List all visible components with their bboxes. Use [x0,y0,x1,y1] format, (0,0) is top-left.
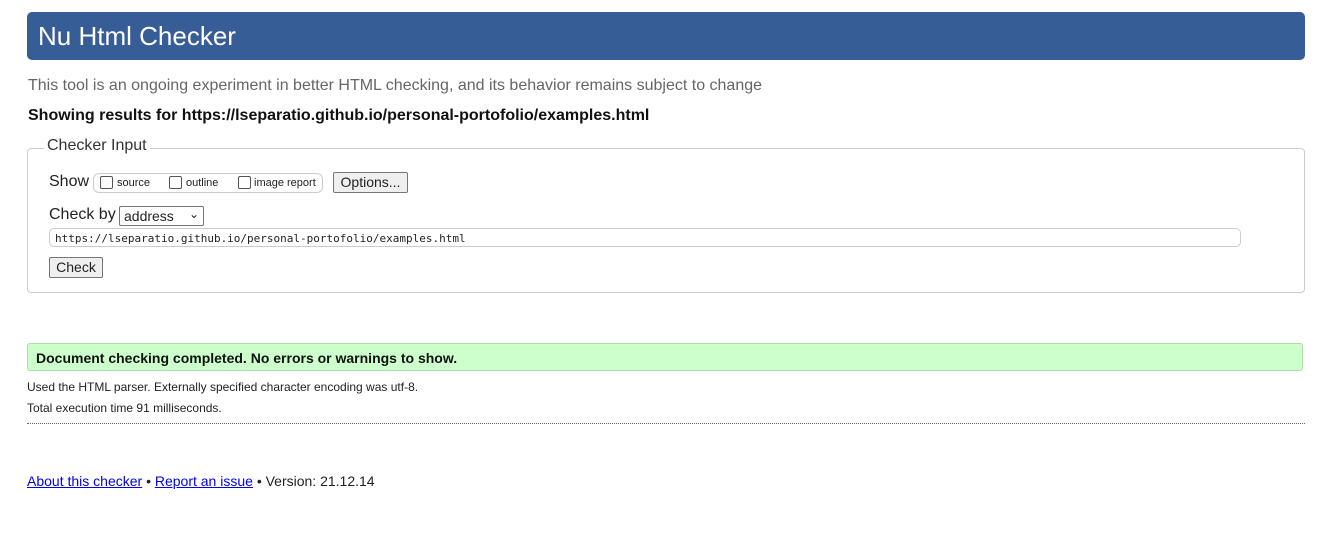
options-button[interactable]: Options... [333,172,408,193]
source-label[interactable]: source [117,177,150,189]
header-bar: Nu Html Checker [27,12,1305,60]
separator: • [146,473,151,489]
url-input[interactable]: https://lseparatio.github.io/personal-po… [49,228,1241,247]
subtitle: This tool is an ongoing experiment in be… [28,77,763,94]
check-by-select[interactable]: address ⌄ [119,206,204,226]
outline-checkbox[interactable] [169,176,182,189]
footer: About this checker • Report an issue • V… [27,473,375,489]
version: • Version: 21.12.14 [256,473,375,489]
fieldset-legend: Checker Input [44,137,150,155]
about-link[interactable]: About this checker [27,473,142,489]
check-by-label: Check by [49,206,116,223]
show-options-group: source outline image report [93,173,323,193]
source-checkbox[interactable] [100,176,113,189]
show-label: Show [49,173,90,190]
chevron-down-icon: ⌄ [188,207,199,221]
checker-input-fieldset [27,148,1305,293]
report-issue-link[interactable]: Report an issue [155,473,253,489]
results-heading: Showing results for https://lseparatio.g… [28,107,650,124]
success-message: Document checking completed. No errors o… [27,343,1303,371]
outline-label[interactable]: outline [186,177,218,189]
execution-time: Total execution time 91 milliseconds. [27,401,222,415]
parser-note: Used the HTML parser. Externally specifi… [27,380,419,394]
check-button[interactable]: Check [49,257,103,278]
image-report-checkbox[interactable] [238,176,251,189]
image-report-label[interactable]: image report [254,177,316,189]
app-title: Nu Html Checker [38,21,236,51]
divider [27,423,1305,424]
check-by-value: address [124,208,174,224]
